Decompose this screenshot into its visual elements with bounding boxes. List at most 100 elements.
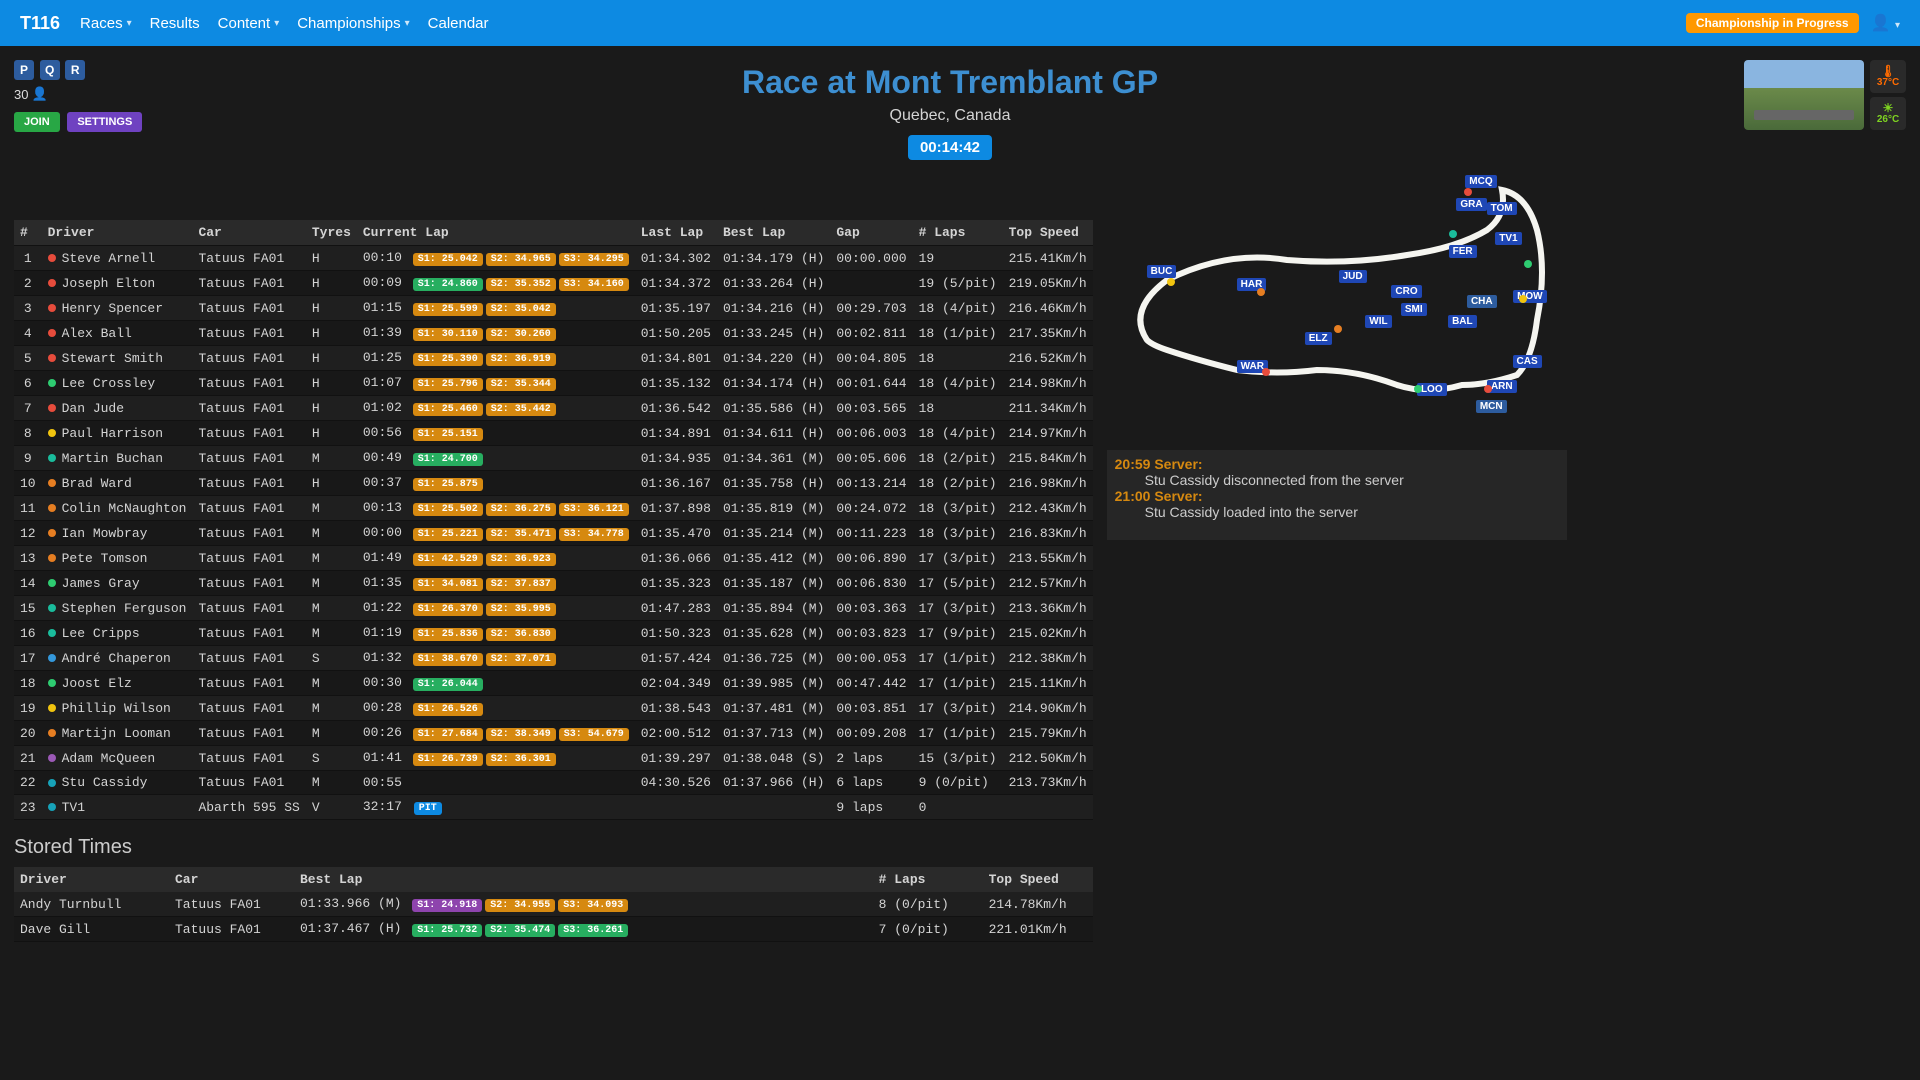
table-row[interactable]: 18 Joost Elz Tatuus FA01 M 00:30 S1: 26.… xyxy=(14,671,1093,696)
settings-button[interactable]: SETTINGS xyxy=(67,112,142,132)
table-row[interactable]: 5 Stewart Smith Tatuus FA01 H 01:25 S1: … xyxy=(14,346,1093,371)
gap-cell: 00:03.823 xyxy=(830,621,912,646)
laps-cell: 17 (3/pit) xyxy=(913,596,1003,621)
user-icon[interactable]: 👤 ▾ xyxy=(1871,13,1900,33)
sector-badge: S2: 36.919 xyxy=(486,353,556,366)
car-cell: Tatuus FA01 xyxy=(192,521,305,546)
map-dot xyxy=(1262,368,1270,376)
last-lap-cell: 01:34.801 xyxy=(635,346,717,371)
sector-badge: S1: 25.390 xyxy=(413,353,483,366)
top-speed-cell: 215.79Km/h xyxy=(1003,721,1093,746)
car-cell: Abarth 595 SS xyxy=(192,795,305,820)
top-speed-cell: 212.43Km/h xyxy=(1003,496,1093,521)
navbar: T116 Races▾ Results Content▾ Championshi… xyxy=(0,0,1920,46)
top-speed-cell: 213.73Km/h xyxy=(1003,771,1093,795)
gap-cell: 6 laps xyxy=(830,771,912,795)
map-dot xyxy=(1484,385,1492,393)
table-row[interactable]: 23 TV1 Abarth 595 SS V 32:17 PIT 9 laps … xyxy=(14,795,1093,820)
table-row[interactable]: 10 Brad Ward Tatuus FA01 H 00:37 S1: 25.… xyxy=(14,471,1093,496)
laps-cell: 18 (3/pit) xyxy=(913,521,1003,546)
last-lap-cell: 01:34.891 xyxy=(635,421,717,446)
sector-badge: S2: 30.260 xyxy=(486,328,556,341)
status-dot xyxy=(48,679,56,687)
position-cell: 4 xyxy=(14,321,42,346)
table-row[interactable]: 7 Dan Jude Tatuus FA01 H 01:02 S1: 25.46… xyxy=(14,396,1093,421)
best-lap-cell: 01:35.412 (M) xyxy=(717,546,830,571)
map-marker: CRO xyxy=(1391,285,1421,298)
position-cell: 1 xyxy=(14,246,42,271)
best-lap-cell: 01:36.725 (M) xyxy=(717,646,830,671)
car-cell: Tatuus FA01 xyxy=(192,596,305,621)
status-dot xyxy=(48,479,56,487)
table-row[interactable]: 20 Martijn Looman Tatuus FA01 M 00:26 S1… xyxy=(14,721,1093,746)
table-row[interactable]: 22 Stu Cassidy Tatuus FA01 M 00:55 04:30… xyxy=(14,771,1093,795)
gap-cell: 00:03.565 xyxy=(830,396,912,421)
table-row[interactable]: 21 Adam McQueen Tatuus FA01 S 01:41 S1: … xyxy=(14,746,1093,771)
table-row[interactable]: 17 André Chaperon Tatuus FA01 S 01:32 S1… xyxy=(14,646,1093,671)
table-row[interactable]: 8 Paul Harrison Tatuus FA01 H 00:56 S1: … xyxy=(14,421,1093,446)
chevron-down-icon: ▾ xyxy=(127,18,132,29)
race-clock: 00:14:42 xyxy=(908,135,992,160)
table-row[interactable]: 15 Stephen Ferguson Tatuus FA01 M 01:22 … xyxy=(14,596,1093,621)
map-marker: ELZ xyxy=(1305,332,1332,345)
position-cell: 16 xyxy=(14,621,42,646)
position-cell: 3 xyxy=(14,296,42,321)
nav-races[interactable]: Races▾ xyxy=(80,15,132,32)
nav-championships[interactable]: Championships▾ xyxy=(297,15,409,32)
gap-cell: 00:03.363 xyxy=(830,596,912,621)
best-lap-cell: 01:35.819 (M) xyxy=(717,496,830,521)
session-r[interactable]: R xyxy=(65,60,85,80)
session-p[interactable]: P xyxy=(14,60,34,80)
table-row[interactable]: 16 Lee Cripps Tatuus FA01 M 01:19 S1: 25… xyxy=(14,621,1093,646)
table-row[interactable]: 12 Ian Mowbray Tatuus FA01 M 00:00 S1: 2… xyxy=(14,521,1093,546)
session-q[interactable]: Q xyxy=(40,60,60,80)
top-speed-cell: 215.41Km/h xyxy=(1003,246,1093,271)
nav-content[interactable]: Content▾ xyxy=(218,15,280,32)
table-row[interactable]: 14 James Gray Tatuus FA01 M 01:35 S1: 34… xyxy=(14,571,1093,596)
gap-cell: 2 laps xyxy=(830,746,912,771)
laps-cell: 17 (5/pit) xyxy=(913,571,1003,596)
position-cell: 23 xyxy=(14,795,42,820)
join-button[interactable]: JOIN xyxy=(14,112,60,132)
gap-cell: 00:06.890 xyxy=(830,546,912,571)
gap-cell: 00:11.223 xyxy=(830,521,912,546)
table-row[interactable]: 11 Colin McNaughton Tatuus FA01 M 00:13 … xyxy=(14,496,1093,521)
last-lap-cell: 01:36.167 xyxy=(635,471,717,496)
status-dot xyxy=(48,529,56,537)
table-row[interactable]: 3 Henry Spencer Tatuus FA01 H 01:15 S1: … xyxy=(14,296,1093,321)
server-chat[interactable]: 20:59 Server: Stu Cassidy disconnected f… xyxy=(1107,450,1567,540)
nav-results[interactable]: Results xyxy=(150,15,200,32)
laps-cell: 17 (1/pit) xyxy=(913,646,1003,671)
tyres-cell: H xyxy=(306,271,357,296)
map-marker: TOM xyxy=(1487,202,1517,215)
gap-cell: 00:29.703 xyxy=(830,296,912,321)
gap-cell: 00:00.053 xyxy=(830,646,912,671)
gap-cell: 00:47.442 xyxy=(830,671,912,696)
table-row[interactable]: Dave Gill Tatuus FA01 01:37.467 (H) S1: … xyxy=(14,917,1093,942)
table-row[interactable]: 19 Phillip Wilson Tatuus FA01 M 00:28 S1… xyxy=(14,696,1093,721)
position-cell: 13 xyxy=(14,546,42,571)
table-row[interactable]: Andy Turnbull Tatuus FA01 01:33.966 (M) … xyxy=(14,892,1093,917)
status-dot xyxy=(48,379,56,387)
map-marker: MCQ xyxy=(1465,175,1496,188)
best-lap-cell: 01:34.220 (H) xyxy=(717,346,830,371)
table-row[interactable]: 6 Lee Crossley Tatuus FA01 H 01:07 S1: 2… xyxy=(14,371,1093,396)
table-row[interactable]: 4 Alex Ball Tatuus FA01 H 01:39 S1: 30.1… xyxy=(14,321,1093,346)
sector-badge: S3: 36.261 xyxy=(558,924,628,937)
sector-badge: S2: 36.301 xyxy=(486,753,556,766)
laps-cell: 18 xyxy=(913,346,1003,371)
table-row[interactable]: 9 Martin Buchan Tatuus FA01 M 00:49 S1: … xyxy=(14,446,1093,471)
table-row[interactable]: 1 Steve Arnell Tatuus FA01 H 00:10 S1: 2… xyxy=(14,246,1093,271)
position-cell: 10 xyxy=(14,471,42,496)
brand[interactable]: T116 xyxy=(20,13,60,34)
table-row[interactable]: 2 Joseph Elton Tatuus FA01 H 00:09 S1: 2… xyxy=(14,271,1093,296)
table-row[interactable]: 13 Pete Tomson Tatuus FA01 M 01:49 S1: 4… xyxy=(14,546,1093,571)
last-lap-cell: 01:47.283 xyxy=(635,596,717,621)
top-speed-cell xyxy=(1003,795,1093,820)
gap-cell: 9 laps xyxy=(830,795,912,820)
nav-calendar[interactable]: Calendar xyxy=(428,15,489,32)
top-speed-cell: 219.05Km/h xyxy=(1003,271,1093,296)
gap-cell: 00:24.072 xyxy=(830,496,912,521)
position-cell: 8 xyxy=(14,421,42,446)
chevron-down-icon: ▾ xyxy=(405,18,410,29)
